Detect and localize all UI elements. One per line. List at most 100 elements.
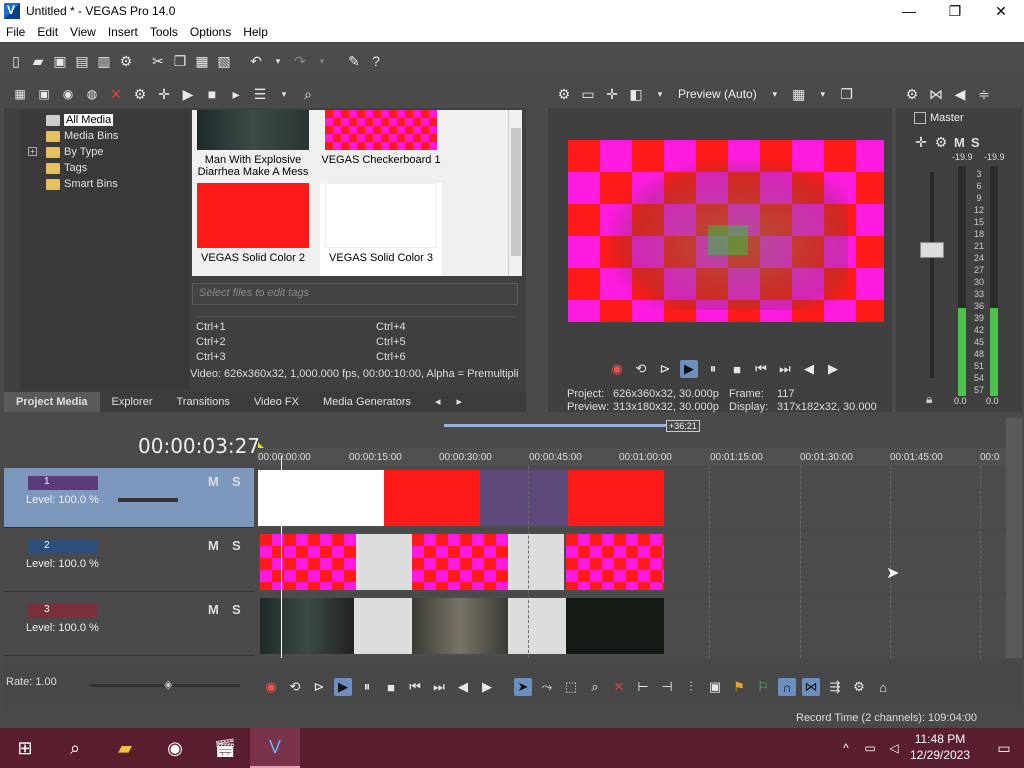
normal-edit-tool-icon[interactable]: ➤ <box>514 678 532 696</box>
split-view-icon[interactable]: ◧ <box>626 84 646 104</box>
undo-dropdown-icon[interactable]: ▾ <box>268 51 288 71</box>
media-scrollbar[interactable] <box>508 110 522 276</box>
track-solo-button[interactable]: S <box>232 602 241 617</box>
next-frame-icon[interactable]: ▶ <box>824 360 842 378</box>
close-button[interactable]: ✕ <box>978 0 1024 22</box>
copy-icon[interactable]: ❐ <box>170 51 190 71</box>
stop-media-icon[interactable]: ■ <box>202 84 222 104</box>
clip-video[interactable] <box>412 598 508 654</box>
copy-snapshot-icon[interactable]: ❐ <box>837 84 857 104</box>
media-item-solid-color-2[interactable]: VEGAS Solid Color 2 <box>192 183 314 264</box>
track-level-slider[interactable] <box>118 498 178 502</box>
auto-preview-icon[interactable]: ▸ <box>226 84 246 104</box>
tree-item-tags[interactable]: Tags <box>46 160 87 176</box>
menu-tools[interactable]: Tools <box>144 25 184 39</box>
track-header-3[interactable]: 3 Level: 100.0 % M S <box>4 596 254 656</box>
scroll-thumb[interactable] <box>511 128 521 256</box>
tag-input[interactable]: Select files to edit tags <box>192 283 518 305</box>
next-frame-icon[interactable]: ▶ <box>478 678 496 696</box>
paste-icon[interactable]: ▦ <box>192 51 212 71</box>
master-fx-icon[interactable]: ⚙ <box>934 132 948 152</box>
zoom-tool-icon[interactable]: ⌕ <box>586 678 604 696</box>
track-lane-2[interactable] <box>258 532 1006 592</box>
tab-video-fx[interactable]: Video FX <box>242 392 311 412</box>
track-lane-3[interactable] <box>258 596 1006 656</box>
play-from-start-icon[interactable]: ⊳ <box>310 678 328 696</box>
play-media-icon[interactable]: ▶ <box>178 84 198 104</box>
views-dropdown-icon[interactable]: ▾ <box>274 84 294 104</box>
tree-item-media-bins[interactable]: Media Bins <box>46 128 118 144</box>
help-icon[interactable]: ? <box>366 51 386 71</box>
play-icon[interactable]: ▶ <box>334 678 352 696</box>
capture-icon[interactable]: ▣ <box>34 84 54 104</box>
downmix-icon[interactable]: ⋈ <box>926 84 946 104</box>
envelope-tool-icon[interactable]: ⤳ <box>538 678 556 696</box>
undo-icon[interactable]: ↶ <box>246 51 266 71</box>
start-button-icon[interactable]: ⊞ <box>0 728 50 768</box>
record-icon[interactable]: ◉ <box>608 360 626 378</box>
menu-file[interactable]: File <box>0 25 31 39</box>
tab-scroll-left-icon[interactable]: ◂ <box>423 392 453 412</box>
lock-icon[interactable]: ▣ <box>706 678 724 696</box>
overlays-dropdown-icon[interactable]: ▾ <box>813 84 833 104</box>
play-from-start-icon[interactable]: ⊳ <box>656 360 674 378</box>
track-lane-1[interactable] <box>258 468 1006 528</box>
save-as-icon[interactable]: ▤ <box>72 51 92 71</box>
media-item-video[interactable]: Man With Explosive Diarrhea Make A Mess … <box>192 110 314 190</box>
previous-frame-icon[interactable]: ◀ <box>454 678 472 696</box>
ignore-grouping-icon[interactable]: ⌂ <box>874 678 892 696</box>
movie-maker-icon[interactable]: 🎬︎ <box>200 728 250 768</box>
notifications-icon[interactable]: ▭ <box>984 728 1024 768</box>
vegas-pro-icon[interactable]: V <box>250 728 300 768</box>
master-fader-handle[interactable] <box>920 242 944 258</box>
preview-fx-gear-icon[interactable]: ⚙ <box>554 84 574 104</box>
record-icon[interactable]: ◉ <box>262 678 280 696</box>
file-explorer-icon[interactable]: ▰ <box>100 728 150 768</box>
tree-item-smart-bins[interactable]: Smart Bins <box>46 176 118 192</box>
track-solo-button[interactable]: S <box>232 538 241 553</box>
lock-envelopes-icon[interactable]: ⚙ <box>850 678 868 696</box>
tab-explorer[interactable]: Explorer <box>100 392 165 412</box>
tab-transitions[interactable]: Transitions <box>165 392 242 412</box>
extract-icon[interactable]: ◉ <box>58 84 78 104</box>
media-item-checkerboard[interactable]: VEGAS Checkerboard 1 <box>320 110 442 166</box>
views-icon[interactable]: ☰ <box>250 84 270 104</box>
tab-media-generators[interactable]: Media Generators <box>311 392 423 412</box>
tab-project-media[interactable]: Project Media <box>4 392 100 412</box>
remove-icon[interactable]: ✕ <box>106 84 126 104</box>
search-icon[interactable]: ⌕ <box>50 728 100 768</box>
playhead-cursor[interactable] <box>281 456 282 658</box>
clip-checkerboard[interactable] <box>566 534 664 590</box>
search-icon[interactable]: ⌕ <box>298 84 318 104</box>
clip-checkerboard[interactable] <box>412 534 508 590</box>
loop-icon[interactable]: ⟲ <box>632 360 650 378</box>
loop-region-bar[interactable] <box>444 424 666 427</box>
clip-purple[interactable] <box>480 470 568 526</box>
rate-slider-handle[interactable]: ◈ <box>164 678 172 691</box>
snapping-icon[interactable]: ∩ <box>778 678 796 696</box>
lock-icon[interactable]: 🔒︎ <box>926 392 932 407</box>
tweak-icon[interactable]: ✎ <box>344 51 364 71</box>
pause-icon[interactable]: ⏸ <box>704 360 722 378</box>
auto-crossfade-icon[interactable]: ⋈ <box>802 678 820 696</box>
redo-icon[interactable]: ↷ <box>290 51 310 71</box>
network-icon[interactable]: ▭ <box>858 728 882 768</box>
maximize-button[interactable]: ❐ <box>932 0 978 22</box>
region-icon[interactable]: ⚐ <box>754 678 772 696</box>
master-pan-icon[interactable]: ✛ <box>914 132 928 152</box>
track-header-2[interactable]: 2 Level: 100.0 % M S <box>4 532 254 592</box>
menu-help[interactable]: Help <box>237 25 274 39</box>
pause-icon[interactable]: ⏸ <box>358 678 376 696</box>
render-icon[interactable]: ▥ <box>94 51 114 71</box>
media-item-solid-color-3[interactable]: VEGAS Solid Color 3 <box>320 183 442 276</box>
preview-quality-select[interactable]: Preview (Auto) <box>674 87 761 101</box>
speaker-icon[interactable]: ◀ <box>950 84 970 104</box>
track-mute-button[interactable]: M <box>208 474 219 489</box>
master-mute-button[interactable]: M <box>954 135 965 150</box>
go-to-start-icon[interactable]: ⏮ <box>406 678 424 696</box>
tree-item-all-media[interactable]: All Media <box>46 112 114 128</box>
loop-icon[interactable]: ⟲ <box>286 678 304 696</box>
pan-crop-icon[interactable]: ✛ <box>154 84 174 104</box>
clip-video[interactable] <box>260 598 354 654</box>
selection-tool-icon[interactable]: ⬚ <box>562 678 580 696</box>
